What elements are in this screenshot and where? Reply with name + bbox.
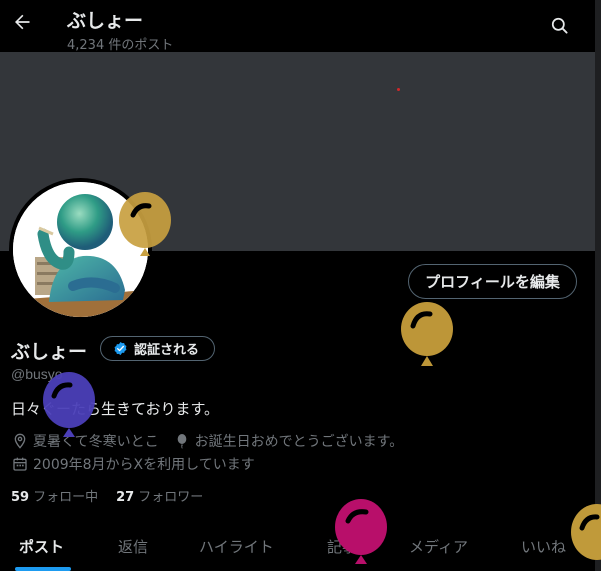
tab-likes[interactable]: いいね [521, 536, 566, 557]
profile-birthday: お誕生日おめでとうございます。 [194, 434, 404, 450]
arrow-left-icon [15, 14, 30, 30]
following-label: フォロー中 [33, 490, 99, 505]
get-verified-label: 認証される [134, 343, 200, 358]
tab-replies[interactable]: 返信 [118, 536, 148, 557]
followers-label: フォロワー [138, 490, 204, 505]
balloon-icon [173, 432, 191, 450]
search-button[interactable] [546, 12, 572, 38]
followers-link[interactable]: 27 フォロワー [116, 486, 203, 505]
follow-stats: 59 フォロー中 27 フォロワー [11, 486, 203, 505]
profile-header: ぶしょー 4,234 件のポスト [0, 0, 601, 53]
profile-joined: 2009年8月からXを利用しています [33, 457, 255, 473]
tab-highlights[interactable]: ハイライト [199, 536, 274, 557]
active-tab-indicator [15, 567, 71, 571]
post-count: 4,234 件のポスト [67, 38, 174, 53]
verified-badge-icon [114, 341, 127, 356]
tab-media[interactable]: メディア [409, 536, 468, 557]
tab-articles[interactable]: 記事 [327, 536, 357, 557]
avatar-image [13, 182, 148, 317]
tab-posts[interactable]: ポスト [19, 536, 64, 557]
edit-profile-button[interactable]: プロフィールを編集 [408, 264, 577, 299]
following-link[interactable]: 59 フォロー中 [11, 486, 98, 505]
scrollbar[interactable] [595, 0, 601, 571]
balloon-icon [401, 302, 453, 366]
avatar[interactable] [9, 178, 152, 321]
profile-meta-line-2: 2009年8月からXを利用しています [11, 454, 255, 474]
followers-count: 27 [116, 490, 135, 505]
calendar-icon [11, 455, 29, 473]
get-verified-button[interactable]: 認証される [100, 336, 215, 361]
profile-location: 夏暑くて冬寒いとこ [33, 434, 159, 450]
profile-meta-line-1: 夏暑くて冬寒いとこ お誕生日おめでとうございます。 [11, 431, 403, 451]
header-title: ぶしょー [67, 10, 144, 32]
location-icon [11, 432, 29, 450]
search-icon [551, 17, 568, 34]
profile-tabs: ポスト 返信 ハイライト 記事 メディア いいね [0, 520, 595, 571]
profile-handle: @busyo [11, 366, 63, 382]
profile-bio: 日々ぐーたら生きております。 [11, 400, 220, 418]
banner-dot [397, 88, 400, 91]
profile-name: ぶしょー [11, 341, 88, 363]
back-button[interactable] [8, 8, 36, 36]
following-count: 59 [11, 490, 30, 505]
